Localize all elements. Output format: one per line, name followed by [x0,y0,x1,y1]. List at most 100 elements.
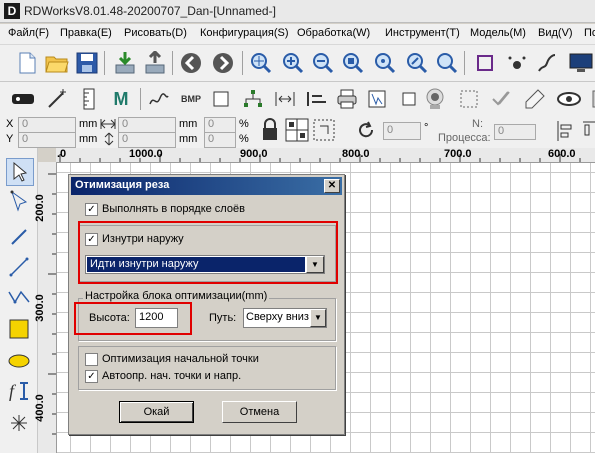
main-toolbar [0,45,595,82]
curve-icon[interactable] [146,86,172,112]
chevron-down-icon[interactable]: ▼ [310,309,326,327]
curve-tool-icon[interactable] [6,284,32,310]
block-settings-title: Настройка блока оптимизации(mm) [83,290,270,302]
star-tool-icon[interactable] [6,410,32,436]
laser-head-icon[interactable] [10,86,36,112]
laser-work-icon[interactable] [364,86,390,112]
start-point-opt-label: Оптимизация начальной точки [102,353,259,365]
hruler-label: 600.0 [548,148,576,160]
lock-icon[interactable] [261,118,279,145]
y-label: Y [6,133,14,145]
rotate-icon[interactable] [356,120,376,143]
menu-file[interactable]: Файл(F) [8,27,49,39]
horizontal-distribute-icon[interactable] [272,86,298,112]
rectangle-icon[interactable] [208,86,234,112]
menu-model[interactable]: Модель(M) [470,27,526,39]
back-icon[interactable] [178,50,204,76]
menu-bar: Файл(F) Правка(E) Рисовать(D) Конфигурац… [0,24,595,45]
bitmap-icon[interactable]: BMP [178,86,204,112]
text-tool-icon[interactable]: f [6,378,32,404]
camera-icon[interactable] [422,86,448,112]
more-tools-icon[interactable] [584,86,595,112]
h-unit-label: mm [179,133,198,145]
zoom-fit-icon[interactable] [404,50,430,76]
frame-icon[interactable] [472,50,498,76]
align-left-icon[interactable] [556,120,574,145]
y-scale-field[interactable]: 0 [204,132,236,148]
close-icon[interactable]: ✕ [324,179,340,193]
menu-process[interactable]: Обработка(W) [297,27,370,39]
import-icon[interactable] [112,50,138,76]
polyline-tool-icon[interactable] [6,254,32,280]
preview-eye-icon[interactable] [556,86,582,112]
auto-start-checkbox[interactable]: ✓ [85,370,98,383]
menu-view[interactable]: Вид(V) [538,27,573,39]
align-top-icon[interactable] [582,120,595,145]
x-pct-label: % [239,118,249,130]
double-check-icon[interactable] [490,86,516,112]
forward-icon[interactable] [210,50,236,76]
zoom-page-icon[interactable] [340,50,366,76]
grid-align-icon[interactable] [285,118,309,145]
export-icon[interactable] [142,50,168,76]
menu-edit[interactable]: Правка(E) [60,27,112,39]
w-unit-label: mm [179,118,198,130]
monitor-icon[interactable] [568,50,594,76]
dotted-select-icon[interactable] [312,118,336,145]
layer-order-checkbox[interactable]: ✓ [85,203,98,216]
toolbar-separator [140,88,141,110]
rectangle-tool-icon[interactable] [6,316,32,342]
save-icon[interactable] [74,50,100,76]
node-tree-icon[interactable] [240,86,266,112]
width-field[interactable]: 0 [118,117,176,133]
ruler-icon[interactable] [76,86,102,112]
draw-toolbar: M BMP [0,82,595,117]
toolbar-separator [464,51,465,75]
zoom-window-icon[interactable] [434,50,460,76]
dotted-frame-icon[interactable] [456,86,482,112]
toolbar-separator [242,51,243,75]
zoom-in-icon[interactable] [280,50,306,76]
dialog-title-bar[interactable]: Отимизация реза ✕ [71,177,342,195]
ellipse-tool-icon[interactable] [6,348,32,374]
height-field[interactable]: 0 [118,132,176,148]
menu-more[interactable]: По [584,27,595,39]
vruler-label: 300.0 [33,294,46,322]
cancel-button[interactable]: Отмена [222,401,297,423]
y-unit-label: mm [79,133,98,145]
menu-tools[interactable]: Инструмент(T) [385,27,460,39]
height-arrow-icon [103,132,115,149]
path-icon[interactable] [534,50,560,76]
x-scale-field[interactable]: 0 [204,117,236,133]
new-file-icon[interactable] [14,50,40,76]
spot-icon[interactable] [504,50,530,76]
magic-wand-icon[interactable] [44,86,70,112]
app-logo: D [4,3,20,19]
node-edit-icon[interactable] [6,188,32,214]
y-position-field[interactable]: 0 [18,132,76,148]
checkbox-tool-icon[interactable] [396,86,422,112]
line-tool-icon[interactable] [6,224,32,250]
path-select[interactable]: Сверху вниз ▼ [243,308,327,328]
horizontal-ruler: .0 1000.0 900.0 800.0 700.0 600.0 [56,148,595,163]
open-folder-icon[interactable] [44,50,70,76]
layer-order-label: Выполнять в порядке слоёв [102,203,245,215]
ok-button[interactable]: Окай [119,401,194,423]
toolbar-separator [172,51,173,75]
processes-count-field[interactable]: 0 [494,124,536,140]
menu-draw[interactable]: Рисовать(D) [124,27,187,39]
path-label: Путь: [209,312,237,324]
align-icon[interactable] [304,86,330,112]
eraser-icon[interactable] [522,86,548,112]
model-m-icon[interactable]: M [108,86,134,112]
hruler-label: 1000.0 [129,148,163,160]
select-arrow-icon[interactable] [6,158,34,186]
x-position-field[interactable]: 0 [18,117,76,133]
zoom-pan-icon[interactable] [248,50,274,76]
printer-icon[interactable] [334,86,360,112]
zoom-select-icon[interactable] [372,50,398,76]
menu-config[interactable]: Конфигурация(S) [200,27,288,39]
start-point-opt-checkbox[interactable] [85,353,98,366]
rotate-angle-field[interactable]: 0 [383,122,421,140]
zoom-out-icon[interactable] [310,50,336,76]
